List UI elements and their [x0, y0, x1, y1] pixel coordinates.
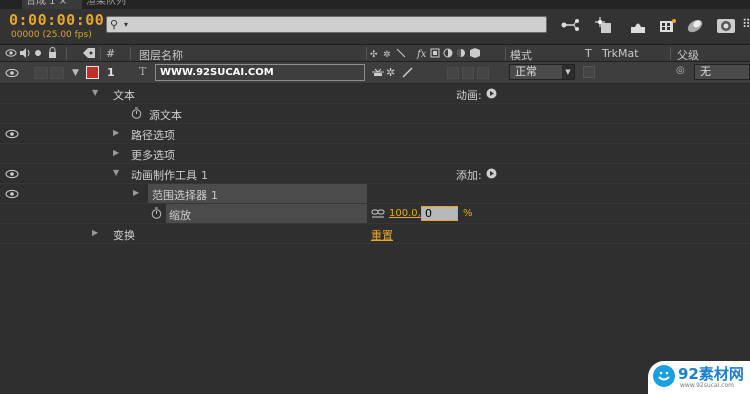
- range-selector-row[interactable]: ▶ 范围选择器 1: [0, 184, 750, 204]
- more-options-label: 更多选项: [131, 149, 175, 162]
- frame-rate-readout: 00000 (25.00 fps): [11, 30, 92, 40]
- animate-play-icon[interactable]: [486, 88, 497, 102]
- timeline-header: 0:00:00:00 00000 (25.00 fps) ⚲ ▾ ⠿: [0, 9, 750, 45]
- animator-index: 1: [201, 169, 208, 182]
- layer-number: 1: [107, 66, 115, 79]
- parent-value: 无: [700, 65, 711, 78]
- solo-toggle[interactable]: [34, 67, 48, 79]
- watermark-logo: 92素材网 www.92sucai.com: [648, 361, 750, 394]
- expand-right-icon[interactable]: ▶: [113, 149, 121, 157]
- watermark-title: 92素材网: [678, 365, 744, 383]
- frame-blend-switch[interactable]: [462, 67, 474, 79]
- trkmat-column-header[interactable]: TrkMat: [602, 47, 639, 60]
- motion-blur-icon[interactable]: [685, 17, 705, 35]
- animator-label-group: 动画制作工具 1: [131, 167, 208, 183]
- shy-switch-icon[interactable]: [371, 67, 385, 80]
- tab-render-queue[interactable]: 渲染队列: [86, 0, 186, 9]
- blend-mode-select[interactable]: 正常 ▼: [509, 64, 575, 80]
- constrain-proportions-link-icon[interactable]: [371, 208, 385, 221]
- layer-name-column-header[interactable]: 图层名称: [139, 47, 183, 63]
- parent-select[interactable]: 无: [694, 64, 750, 80]
- layer-name-field[interactable]: WWW.92SUCAI.COM: [155, 64, 365, 81]
- range-selector-label: 范围选择器: [152, 189, 207, 202]
- expand-right-icon[interactable]: ▶: [133, 189, 141, 197]
- lock-toggle[interactable]: [50, 67, 64, 79]
- scale-y-input[interactable]: 0: [421, 206, 458, 221]
- timeline-panel-menu-icon[interactable]: ⠿: [742, 17, 750, 35]
- blend-mode-value: 正常: [515, 65, 537, 78]
- expand-down-icon[interactable]: ▼: [92, 89, 100, 97]
- text-group-label: 文本: [113, 89, 135, 102]
- scale-label: 缩放: [169, 209, 191, 222]
- animate-menu-label: 动画:: [456, 89, 482, 102]
- motion-blur-switch[interactable]: [477, 67, 489, 79]
- parent-pickwhip-icon[interactable]: ◎: [676, 65, 685, 76]
- panel-tab-bar: 合成 1 × 渲染队列: [0, 0, 750, 9]
- text-group-row[interactable]: ▼ 文本 动画:: [0, 84, 750, 104]
- scale-row[interactable]: 缩放 100.0, 0 %: [0, 204, 750, 224]
- label-color-swatch[interactable]: [86, 66, 99, 79]
- visibility-eye-icon[interactable]: [5, 189, 19, 199]
- svg-text:✲: ✲: [383, 50, 391, 59]
- chevron-down-icon[interactable]: ▼: [562, 65, 574, 79]
- scale-highlight: [166, 204, 367, 223]
- av-features-header: [5, 47, 65, 62]
- preserve-transparency-header: T: [585, 47, 592, 60]
- mode-column-header[interactable]: 模式: [510, 47, 532, 63]
- svg-text:fx: fx: [416, 49, 427, 59]
- graph-editor-icon[interactable]: [716, 17, 736, 35]
- visibility-eye-icon[interactable]: [5, 169, 19, 179]
- expand-right-icon[interactable]: ▶: [113, 129, 121, 137]
- label-column-icon: [82, 47, 96, 62]
- add-menu-label: 添加:: [456, 169, 482, 182]
- path-options-row[interactable]: ▶ 路径选项: [0, 124, 750, 144]
- path-options-label: 路径选项: [131, 129, 175, 142]
- visibility-eye-icon[interactable]: [5, 68, 19, 78]
- parent-column-header[interactable]: 父级: [677, 47, 699, 63]
- hide-shy-layers-icon[interactable]: [628, 17, 648, 35]
- animator-row[interactable]: ▼ 动画制作工具 1 添加:: [0, 164, 750, 184]
- number-column-header[interactable]: #: [106, 47, 115, 60]
- source-text-label: 源文本: [149, 109, 182, 122]
- layer-search-field[interactable]: ⚲ ▾: [106, 16, 547, 33]
- stopwatch-icon[interactable]: [151, 207, 162, 222]
- current-time-display[interactable]: 0:00:00:00: [9, 11, 104, 29]
- scale-x-value[interactable]: 100.0,: [389, 208, 421, 219]
- expand-down-icon[interactable]: ▼: [113, 169, 121, 177]
- layer-column-header: # 图层名称 ✣ ✲ fx 模式 T TrkMat 父级: [0, 45, 750, 62]
- search-dropdown-icon[interactable]: ▾: [124, 18, 128, 32]
- expand-right-icon[interactable]: ▶: [92, 229, 100, 237]
- transform-label: 变换: [113, 229, 135, 242]
- add-play-icon[interactable]: [486, 168, 497, 182]
- range-selector-index: 1: [211, 189, 218, 202]
- watermark-smile-icon: [653, 365, 675, 387]
- trkmat-toggle[interactable]: [583, 66, 595, 78]
- collapse-switch-icon[interactable]: ✲: [386, 66, 395, 79]
- watermark-url: www.92sucai.com: [680, 382, 735, 389]
- reset-link[interactable]: 重置: [371, 227, 393, 243]
- switches-column-header: ✣ ✲ fx: [370, 47, 490, 62]
- svg-text:✣: ✣: [370, 50, 378, 59]
- layer-row[interactable]: ▼ 1 T WWW.92SUCAI.COM ✲ 正常 ▼ ◎ 无: [0, 62, 750, 84]
- tab-composition[interactable]: 合成 1 ×: [22, 0, 82, 9]
- scale-unit: %: [463, 208, 473, 219]
- frame-blending-icon[interactable]: [658, 17, 678, 35]
- animator-label: 动画制作工具: [131, 169, 197, 182]
- search-icon[interactable]: ⚲: [110, 18, 124, 32]
- layer-expand-chevron-down-icon[interactable]: ▼: [72, 68, 79, 78]
- effects-switch[interactable]: [447, 67, 459, 79]
- composition-mini-flowchart-icon[interactable]: [560, 17, 580, 35]
- quality-switch-icon[interactable]: [401, 66, 413, 81]
- source-text-row[interactable]: 源文本: [0, 104, 750, 124]
- text-layer-type-icon: T: [139, 65, 147, 78]
- draft-3d-icon[interactable]: [595, 17, 615, 35]
- stopwatch-icon[interactable]: [131, 107, 142, 122]
- more-options-row[interactable]: ▶ 更多选项: [0, 144, 750, 164]
- visibility-eye-icon[interactable]: [5, 129, 19, 139]
- range-selector-label-group: 范围选择器 1: [152, 187, 218, 203]
- transform-row[interactable]: ▶ 变换 重置: [0, 224, 750, 244]
